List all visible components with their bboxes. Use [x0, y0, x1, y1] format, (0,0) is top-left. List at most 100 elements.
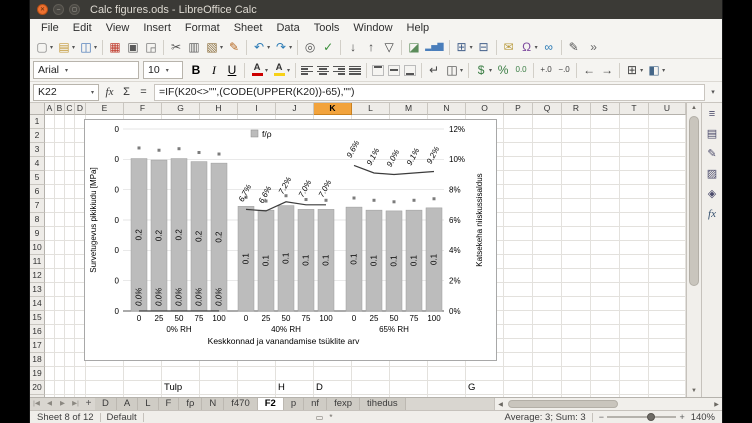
cell-K19[interactable] [314, 367, 352, 381]
cell-A17[interactable] [45, 339, 55, 353]
cell-Q17[interactable] [533, 339, 562, 353]
toolbar-overflow-button[interactable]: » [585, 37, 603, 57]
increase-indent-button[interactable]: → [598, 60, 616, 80]
merge-cells-dropdown-icon[interactable]: ▾ [460, 67, 463, 74]
undo-button[interactable]: ↶▾ [250, 37, 272, 57]
sheet-tab-nf[interactable]: nf [304, 398, 327, 410]
cell-S1[interactable] [591, 115, 620, 129]
cell-T2[interactable] [620, 129, 649, 143]
sheet-tab-L[interactable]: L [138, 398, 158, 410]
cell-M20[interactable] [390, 381, 428, 395]
cell-T9[interactable] [620, 227, 649, 241]
cell-A21[interactable] [45, 395, 55, 397]
insert-image-button[interactable]: ◪ [405, 37, 423, 57]
cell-U8[interactable] [649, 213, 686, 227]
cell-T10[interactable] [620, 241, 649, 255]
cell-U13[interactable] [649, 283, 686, 297]
cell-T15[interactable] [620, 311, 649, 325]
cell-C13[interactable] [65, 283, 75, 297]
cell-P3[interactable] [504, 143, 533, 157]
cell-S4[interactable] [591, 157, 620, 171]
cell-A4[interactable] [45, 157, 55, 171]
horizontal-scroll-thumb[interactable] [508, 400, 618, 408]
scroll-right-icon[interactable]: ▶ [711, 401, 722, 408]
cell-C9[interactable] [65, 227, 75, 241]
cell-Q11[interactable] [533, 255, 562, 269]
show-draw-functions-button[interactable]: ✎ [565, 37, 583, 57]
sidebar-settings-icon[interactable]: ≡ [704, 106, 721, 123]
cell-T5[interactable] [620, 171, 649, 185]
zoom-level[interactable]: 140% [691, 412, 715, 423]
formula-button[interactable]: = [135, 86, 152, 98]
cell-A3[interactable] [45, 143, 55, 157]
column-header-U[interactable]: U [649, 103, 686, 115]
cell-P15[interactable] [504, 311, 533, 325]
cell-P20[interactable] [504, 381, 533, 395]
cell-T4[interactable] [620, 157, 649, 171]
cell-U16[interactable] [649, 325, 686, 339]
cell-T17[interactable] [620, 339, 649, 353]
new-dropdown-icon[interactable]: ▾ [50, 44, 53, 51]
row-header-21[interactable]: 21 [30, 395, 45, 397]
cell-A8[interactable] [45, 213, 55, 227]
cell-U11[interactable] [649, 255, 686, 269]
cell-D19[interactable] [75, 367, 86, 381]
row-header-4[interactable]: 4 [30, 157, 45, 171]
row-header-17[interactable]: 17 [30, 339, 45, 353]
cell-N20[interactable] [428, 381, 466, 395]
chevron-down-icon[interactable]: ▾ [166, 67, 169, 74]
sheet-tab-N[interactable]: N [202, 398, 224, 410]
clone-formatting-button[interactable]: ✎ [225, 37, 243, 57]
function-wizard-button[interactable]: fx [101, 86, 118, 98]
cell-C8[interactable] [65, 213, 75, 227]
align-bottom-button[interactable] [402, 60, 418, 80]
column-header-K[interactable]: K [314, 103, 352, 115]
cell-O19[interactable] [466, 367, 504, 381]
cell-G21[interactable] [162, 395, 200, 397]
menu-insert[interactable]: Insert [136, 21, 178, 35]
menu-edit[interactable]: Edit [66, 21, 99, 35]
align-right-button[interactable] [331, 60, 347, 80]
save-button[interactable]: ◫▾ [77, 37, 99, 57]
cell-B13[interactable] [55, 283, 65, 297]
vertical-scroll-thumb[interactable] [689, 116, 699, 286]
first-sheet-button[interactable]: |◀ [30, 398, 43, 410]
scroll-left-icon[interactable]: ◀ [495, 401, 506, 408]
cell-Q1[interactable] [533, 115, 562, 129]
cell-P7[interactable] [504, 199, 533, 213]
cell-S2[interactable] [591, 129, 620, 143]
merge-cells-button[interactable]: ◫▾ [443, 60, 465, 80]
cell-U2[interactable] [649, 129, 686, 143]
cell-P14[interactable] [504, 297, 533, 311]
conditional-formatting-button[interactable]: ◧▾ [645, 60, 667, 80]
insert-chart-button[interactable]: ▂▅▇ [423, 37, 445, 57]
cell-T21[interactable] [620, 395, 649, 397]
cell-U4[interactable] [649, 157, 686, 171]
cell-R6[interactable] [562, 185, 591, 199]
redo-dropdown-icon[interactable]: ▾ [289, 44, 292, 51]
cell-S12[interactable] [591, 269, 620, 283]
cell-Q13[interactable] [533, 283, 562, 297]
format-as-currency-dropdown-icon[interactable]: ▾ [489, 67, 492, 74]
row-header-12[interactable]: 12 [30, 269, 45, 283]
cell-Q3[interactable] [533, 143, 562, 157]
cell-G20[interactable]: Tulp [162, 381, 200, 395]
cell-C2[interactable] [65, 129, 75, 143]
cell-F20[interactable] [124, 381, 162, 395]
zoom-out-icon[interactable]: − [599, 412, 604, 422]
delete-decimal-place-button[interactable]: −.0 [555, 60, 573, 80]
cell-Q7[interactable] [533, 199, 562, 213]
cell-P8[interactable] [504, 213, 533, 227]
formula-input[interactable]: =IF(K20<>"",(CODE(UPPER(K20))-65),"") [154, 84, 705, 101]
cell-R21[interactable] [562, 395, 591, 397]
cell-P17[interactable] [504, 339, 533, 353]
cell-C12[interactable] [65, 269, 75, 283]
cell-I19[interactable] [238, 367, 276, 381]
cell-B8[interactable] [55, 213, 65, 227]
vertical-scroll-track[interactable] [687, 114, 701, 386]
cell-B14[interactable] [55, 297, 65, 311]
page-style[interactable]: Default [107, 412, 137, 423]
menu-file[interactable]: File [34, 21, 66, 35]
row-header-2[interactable]: 2 [30, 129, 45, 143]
cell-R18[interactable] [562, 353, 591, 367]
